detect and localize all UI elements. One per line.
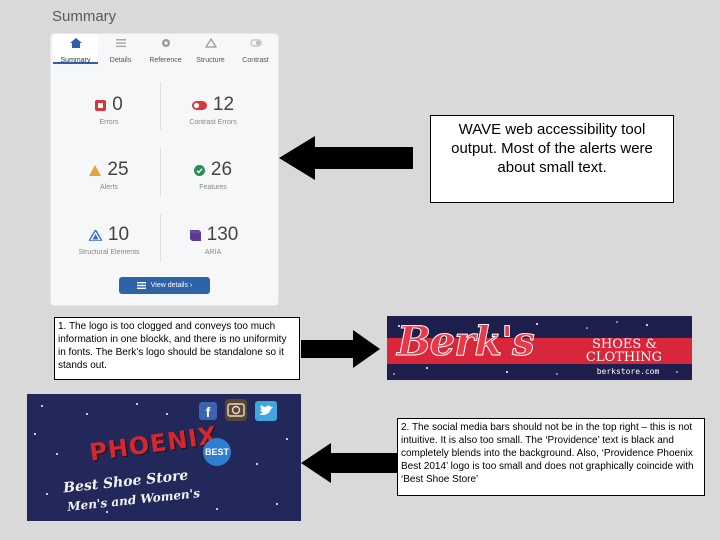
- tab-structure-label: Structure: [196, 57, 225, 64]
- errors-label: Errors: [99, 119, 119, 126]
- twitter-icon[interactable]: [255, 401, 277, 421]
- callout-berks-logo: 1. The logo is too clogged and conveys t…: [54, 317, 300, 380]
- errors-count: 0: [112, 94, 123, 115]
- facebook-icon[interactable]: f: [199, 402, 217, 420]
- callout-social-media: 2. The social media bars should not be i…: [397, 418, 705, 496]
- structure-icon: [204, 38, 217, 48]
- feature-icon: [193, 164, 205, 176]
- tab-contrast[interactable]: Contrast: [233, 34, 278, 64]
- tab-details[interactable]: Details: [98, 34, 143, 64]
- structural-label: Structural Elements: [78, 249, 140, 256]
- error-icon: [95, 99, 107, 111]
- wave-summary-panel: Summary Details Reference Structure Cont…: [50, 33, 279, 306]
- structure-icon: [88, 229, 102, 241]
- aria-label: ARIA: [204, 249, 222, 256]
- alerts-label: Alerts: [100, 184, 118, 191]
- callout-wave: WAVE web accessibility tool output. Most…: [430, 115, 674, 203]
- stats-divider: [160, 214, 161, 262]
- arrow-left-icon: [301, 443, 398, 483]
- list-icon: [115, 39, 126, 48]
- arrow-left-icon: [279, 136, 413, 180]
- stat-errors[interactable]: 0 Errors: [59, 94, 159, 126]
- structural-count: 10: [107, 224, 130, 245]
- aria-icon: [189, 229, 201, 241]
- stats-divider: [160, 82, 161, 130]
- contrast-errors-count: 12: [212, 94, 235, 115]
- phoenix-banner-image: f PHOENIX BEST Best Shoe Store Men's and…: [27, 394, 301, 521]
- alert-icon: [89, 164, 102, 176]
- stat-contrast-errors[interactable]: 12 Contrast Errors: [163, 94, 263, 126]
- gear-icon: [161, 39, 170, 47]
- stat-structural-elements[interactable]: 10 Structural Elements: [59, 224, 159, 256]
- berks-logo-image: Berk's SHOES & CLOTHING berkstore.com: [387, 316, 692, 380]
- stat-aria[interactable]: 130 ARIA: [163, 224, 263, 256]
- best-badge: BEST: [203, 438, 231, 466]
- tab-summary[interactable]: Summary: [53, 34, 98, 64]
- stats-divider: [160, 148, 161, 196]
- home-icon: [69, 38, 82, 48]
- view-details-button[interactable]: View details ›: [119, 277, 210, 294]
- tab-details-label: Details: [109, 57, 132, 64]
- contrast-error-icon: [191, 100, 207, 110]
- tab-summary-label: Summary: [60, 57, 91, 64]
- features-label: Features: [199, 184, 227, 191]
- tab-contrast-label: Contrast: [242, 57, 269, 64]
- contrast-icon: [249, 39, 262, 47]
- tab-bar: Summary Details Reference Structure Cont…: [51, 34, 278, 64]
- alerts-count: 25: [107, 159, 129, 180]
- tab-reference[interactable]: Reference: [143, 34, 188, 64]
- berks-url: berkstore.com: [596, 367, 660, 376]
- berks-line2: CLOTHING: [585, 350, 663, 365]
- aria-count: 130: [206, 224, 239, 245]
- tab-reference-label: Reference: [149, 57, 182, 64]
- contrast-errors-label: Contrast Errors: [189, 119, 237, 126]
- arrow-right-icon: [301, 330, 380, 368]
- stat-features[interactable]: 26 Features: [163, 159, 263, 191]
- features-count: 26: [210, 159, 233, 180]
- tab-structure[interactable]: Structure: [188, 34, 233, 64]
- view-details-label: View details ›: [150, 282, 193, 289]
- camera-icon: [227, 403, 245, 417]
- list-icon: [136, 282, 146, 289]
- instagram-icon[interactable]: [225, 399, 247, 421]
- summary-title: Summary: [52, 8, 117, 25]
- berks-script-text: Berk's: [397, 318, 536, 366]
- bird-icon: [259, 405, 273, 415]
- stat-alerts[interactable]: 25 Alerts: [59, 159, 159, 191]
